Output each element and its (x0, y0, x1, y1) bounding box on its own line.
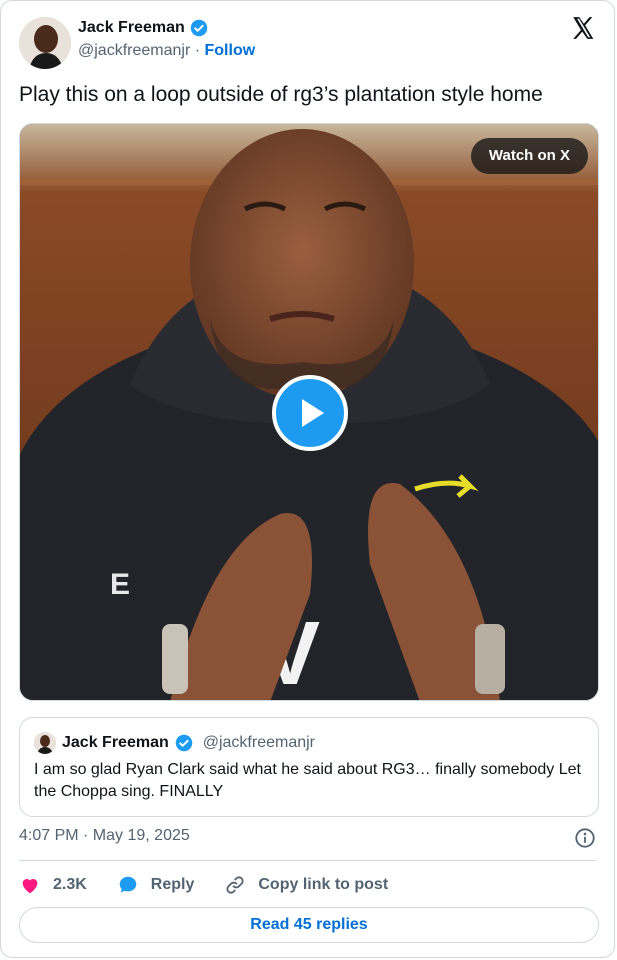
copy-link-button[interactable]: Copy link to post (224, 874, 388, 896)
verified-badge-icon (190, 19, 208, 37)
quoted-verified-badge-icon (175, 734, 193, 752)
read-replies-button[interactable]: Read 45 replies (19, 907, 599, 943)
tweet-header: Jack Freeman @jackfreemanjr · Follow (19, 15, 596, 73)
x-logo-icon[interactable] (570, 15, 596, 41)
like-button[interactable]: 2.3K (19, 874, 87, 896)
play-icon (302, 399, 324, 427)
tweet-card: Jack Freeman @jackfreemanjr · Follow Pla… (0, 0, 615, 958)
heart-icon (22, 879, 38, 894)
divider (19, 860, 596, 861)
author-info: Jack Freeman @jackfreemanjr · Follow (78, 18, 255, 61)
tweet-timestamp[interactable]: 4:07 PM · May 19, 2025 (19, 827, 190, 844)
timestamp-row: 4:07 PM · May 19, 2025 (19, 827, 596, 849)
handle-separator: · (190, 42, 205, 59)
author-avatar[interactable] (19, 17, 71, 69)
video-thumbnail[interactable]: E V Watch on X (19, 123, 599, 701)
quoted-author-handle: @jackfreemanjr (202, 734, 316, 751)
reply-button[interactable]: Reply (117, 874, 195, 896)
quoted-author-name: Jack Freeman (62, 734, 169, 751)
action-bar: 2.3K Reply Copy link to post (19, 873, 596, 897)
quoted-tweet-header: Jack Freeman @jackfreemanjr (34, 732, 315, 754)
quoted-author-avatar (34, 732, 56, 754)
play-button[interactable] (272, 375, 348, 451)
like-count: 2.3K (53, 876, 87, 893)
info-icon[interactable] (574, 827, 596, 849)
follow-link[interactable]: Follow (205, 42, 256, 59)
copy-link-label: Copy link to post (258, 876, 389, 893)
reply-label: Reply (150, 876, 195, 893)
svg-text:E: E (110, 568, 130, 601)
watch-on-x-button[interactable]: Watch on X (470, 138, 588, 174)
tweet-text: Play this on a loop outside of rg3’s pla… (19, 83, 543, 106)
author-name[interactable]: Jack Freeman (78, 18, 185, 38)
link-icon (226, 876, 244, 894)
author-handle[interactable]: @jackfreemanjr (78, 42, 190, 59)
quoted-tweet-text: I am so glad Ryan Clark said what he sai… (34, 761, 581, 800)
reply-bubble-icon (119, 876, 137, 893)
quoted-tweet[interactable]: Jack Freeman @jackfreemanjr I am so glad… (19, 717, 599, 817)
